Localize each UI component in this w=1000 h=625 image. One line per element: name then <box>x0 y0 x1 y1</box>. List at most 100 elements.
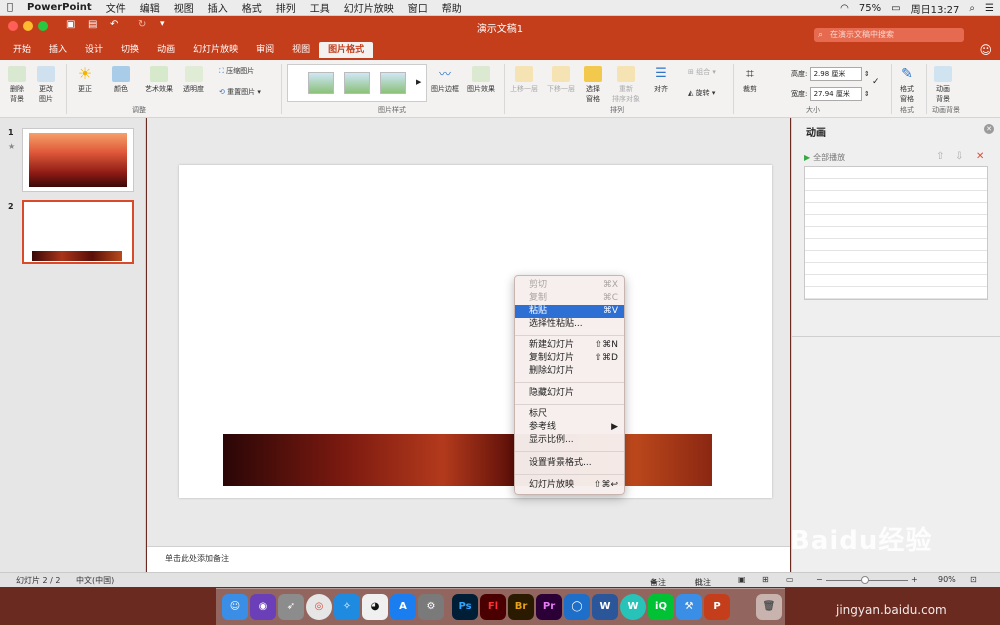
fit-to-window-icon[interactable]: ⊡ <box>970 575 977 584</box>
tab-slideshow[interactable]: 幻灯片放映 <box>184 42 247 58</box>
crop-button[interactable]: ⌗ 裁剪 <box>741 66 759 94</box>
ctx-new-slide[interactable]: 新建幻灯片 ⇧⌘N <box>515 339 624 352</box>
launchpad-icon[interactable]: ➶ <box>278 594 304 620</box>
tab-picture-format[interactable]: 图片格式 <box>319 42 374 58</box>
ctx-play-slideshow[interactable]: 幻灯片放映 ⇧⌘↩ <box>515 479 624 492</box>
tab-transitions[interactable]: 切换 <box>112 42 148 58</box>
zoom-in-icon[interactable]: + <box>911 575 918 584</box>
menu-slideshow[interactable]: 幻灯片放映 <box>337 0 401 15</box>
picture-effects-button[interactable]: 图片效果 <box>467 66 495 94</box>
width-stepper-icon[interactable]: ⇕ <box>864 90 870 98</box>
artistic-effects-button[interactable]: 艺术效果 <box>145 66 173 94</box>
transparency-button[interactable]: 透明度 <box>183 66 204 94</box>
qq-icon[interactable]: ◕ <box>362 594 388 620</box>
battery-icon[interactable]: ▭ <box>891 3 900 14</box>
flash-icon[interactable]: Fl <box>480 594 506 620</box>
apple-icon[interactable]:  <box>0 2 20 13</box>
slide-picture[interactable] <box>223 434 712 486</box>
move-down-icon[interactable]: ⇩ <box>955 151 963 162</box>
move-up-icon[interactable]: ⇧ <box>936 151 944 162</box>
bring-forward-button[interactable]: 上移一层 <box>510 66 538 94</box>
close-icon[interactable]: ✕ <box>984 124 994 134</box>
clock[interactable]: 周日13:27 <box>911 1 960 16</box>
width-spinner[interactable]: 宽度: 27.94 厘米 ⇕ <box>791 87 870 101</box>
wunderlist-icon[interactable]: W <box>620 594 646 620</box>
menu-tools[interactable]: 工具 <box>303 0 337 15</box>
ctx-paste[interactable]: 粘贴 ⌘V <box>515 305 624 318</box>
feedback-smiley-icon[interactable]: ☺ <box>979 43 992 57</box>
normal-view-icon[interactable]: ▣ <box>738 575 746 584</box>
notes-field[interactable]: 单击此处添加备注 <box>147 546 790 572</box>
reset-picture-button[interactable]: ⟲ 重置图片 ▾ <box>219 87 261 97</box>
photoshop-icon[interactable]: Ps <box>452 594 478 620</box>
slide-sorter-icon[interactable]: ⊞ <box>762 575 769 584</box>
menu-format[interactable]: 格式 <box>235 0 269 15</box>
ctx-copy[interactable]: 复制 ⌘C <box>515 292 624 305</box>
menu-view[interactable]: 视图 <box>167 0 201 15</box>
tab-animations[interactable]: 动画 <box>148 42 184 58</box>
ctx-paste-special[interactable]: 选择性粘贴... <box>515 318 624 331</box>
word-icon[interactable]: W <box>592 594 618 620</box>
play-all-button[interactable]: ▶ 全部播放 <box>804 152 845 163</box>
tab-design[interactable]: 设计 <box>76 42 112 58</box>
reading-view-icon[interactable]: ▭ <box>786 575 794 584</box>
tab-insert[interactable]: 插入 <box>40 42 76 58</box>
spotlight-icon[interactable]: ⌕ <box>969 3 975 14</box>
remove-background-button[interactable]: 删除 背景 <box>8 66 26 104</box>
picture-style-1[interactable] <box>308 72 334 94</box>
app-store-icon[interactable]: A <box>390 594 416 620</box>
chrome-icon[interactable]: ◎ <box>306 594 332 620</box>
menu-window[interactable]: 窗口 <box>401 0 435 15</box>
menu-edit[interactable]: 编辑 <box>133 0 167 15</box>
ctx-ruler[interactable]: 标尺 <box>515 408 624 421</box>
height-input[interactable]: 2.98 厘米 <box>809 67 862 81</box>
group-button[interactable]: ⊞ 组合 ▾ <box>688 67 716 77</box>
menu-file[interactable]: 文件 <box>99 0 133 15</box>
tab-view[interactable]: 视图 <box>283 42 319 58</box>
menu-help[interactable]: 帮助 <box>435 0 469 15</box>
corrections-button[interactable]: ☀ 更正 <box>76 66 94 94</box>
ctx-duplicate-slide[interactable]: 复制幻灯片 ⇧⌘D <box>515 352 624 365</box>
trash-icon[interactable]: 🗑 <box>756 594 782 620</box>
picture-style-3[interactable] <box>380 72 406 94</box>
change-picture-button[interactable]: 更改 图片 <box>37 66 55 104</box>
align-button[interactable]: ☰ 对齐 <box>652 66 670 94</box>
zoom-slider-handle[interactable] <box>861 576 869 584</box>
battery-percent[interactable]: 75% <box>859 3 881 14</box>
premiere-icon[interactable]: Pr <box>536 594 562 620</box>
rotate-button[interactable]: ◭ 旋转 ▾ <box>688 88 715 98</box>
picture-style-2[interactable] <box>344 72 370 94</box>
gallery-more-icon[interactable]: ▶ <box>416 78 421 86</box>
zoom-out-icon[interactable]: − <box>816 575 823 584</box>
lock-aspect-checkbox[interactable]: ✓ <box>872 77 880 87</box>
bridge-icon[interactable]: Br <box>508 594 534 620</box>
ctx-hide-slide[interactable]: 隐藏幻灯片 <box>515 387 624 400</box>
ctx-zoom[interactable]: 显示比例... <box>515 434 624 447</box>
compress-pictures-button[interactable]: ⛶ 压缩图片 <box>219 66 254 76</box>
xcode-icon[interactable]: ⚒ <box>676 594 702 620</box>
selection-pane-button[interactable]: 选择 窗格 <box>584 66 602 104</box>
search-input[interactable]: ⌕ 在演示文稿中搜索 <box>814 28 964 42</box>
menu-arrange[interactable]: 排列 <box>269 0 303 15</box>
finder-icon[interactable]: ☺ <box>222 594 248 620</box>
slide-thumbnail-1[interactable] <box>22 128 134 192</box>
color-button[interactable]: 颜色 <box>112 66 130 94</box>
slide-thumbnail-2[interactable] <box>22 200 134 264</box>
edge-icon[interactable]: ◯ <box>564 594 590 620</box>
ctx-format-background[interactable]: 设置背景格式... <box>515 457 624 470</box>
language-indicator[interactable]: 中文(中国) <box>76 575 114 586</box>
reorder-objects-button[interactable]: 重新 排序对象 <box>612 66 640 104</box>
zoom-level[interactable]: 90% <box>938 575 956 584</box>
height-stepper-icon[interactable]: ⇕ <box>864 70 870 78</box>
tab-review[interactable]: 审阅 <box>247 42 283 58</box>
animation-list[interactable] <box>804 166 988 300</box>
system-preferences-icon[interactable]: ⚙ <box>418 594 444 620</box>
ctx-guides[interactable]: 参考线 ▶ <box>515 421 624 434</box>
menu-app-name[interactable]: PowerPoint <box>20 2 99 13</box>
menu-insert[interactable]: 插入 <box>201 0 235 15</box>
animate-background-button[interactable]: 动画 背景 <box>934 66 952 104</box>
tab-home[interactable]: 开始 <box>4 42 40 58</box>
powerpoint-icon[interactable]: P <box>704 594 730 620</box>
remove-icon[interactable]: ✕ <box>976 151 984 162</box>
ctx-delete-slide[interactable]: 删除幻灯片 <box>515 365 624 378</box>
